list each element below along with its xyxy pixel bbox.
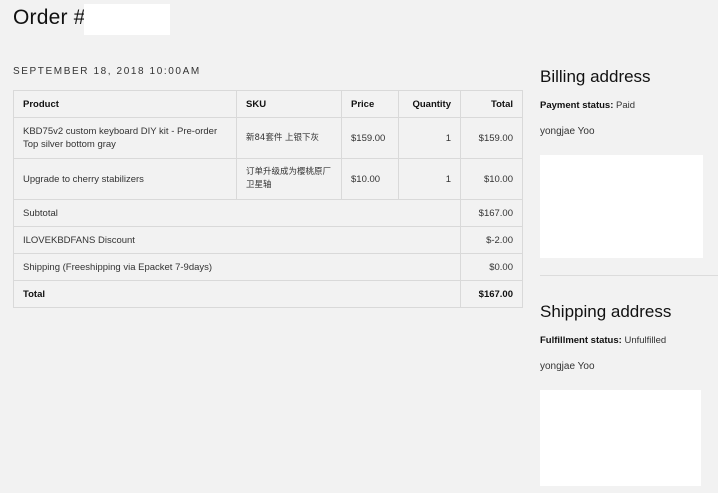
payment-status: Payment status: Paid: [540, 100, 718, 111]
subtotal-row: Subtotal $167.00: [13, 199, 523, 227]
product-quantity: 1: [398, 158, 461, 200]
discount-value: $-2.00: [460, 226, 523, 254]
total-row: Total $167.00: [13, 280, 523, 308]
table-row: KBD75v2 custom keyboard DIY kit - Pre-or…: [13, 117, 523, 159]
shipping-address-redacted: [540, 390, 701, 486]
subtotal-label: Subtotal: [13, 199, 461, 227]
section-divider: [540, 275, 718, 276]
billing-address-redacted: [540, 155, 703, 258]
order-number-redacted: [84, 4, 170, 35]
total-value: $167.00: [460, 280, 523, 308]
product-total: $159.00: [460, 117, 523, 159]
product-total: $10.00: [460, 158, 523, 200]
discount-label: ILOVEKBDFANS Discount: [13, 226, 461, 254]
order-items-table: Product SKU Price Quantity Total KBD75v2…: [13, 90, 523, 308]
shipping-section: Shipping address Fulfillment status: Unf…: [540, 302, 718, 372]
col-header-price: Price: [341, 90, 399, 118]
total-label: Total: [13, 280, 461, 308]
col-header-product: Product: [13, 90, 237, 118]
billing-name: yongjae Yoo: [540, 126, 595, 137]
product-price: $10.00: [341, 158, 399, 200]
product-name: Upgrade to cherry stabilizers: [13, 158, 237, 200]
fulfillment-status-value: Unfulfilled: [624, 335, 667, 346]
shipping-value: $0.00: [460, 253, 523, 281]
shipping-heading: Shipping address: [540, 302, 672, 321]
product-sku: 订单升级成为樱桃原厂卫星轴: [236, 158, 342, 200]
payment-status-value: Paid: [616, 100, 636, 111]
product-name: KBD75v2 custom keyboard DIY kit - Pre-or…: [13, 117, 237, 159]
table-header-row: Product SKU Price Quantity Total: [13, 90, 523, 118]
discount-row: ILOVEKBDFANS Discount $-2.00: [13, 226, 523, 254]
billing-heading: Billing address: [540, 67, 651, 86]
shipping-row: Shipping (Freeshipping via Epacket 7-9da…: [13, 253, 523, 281]
product-sku: 新84套件 上银下灰: [236, 117, 342, 159]
table-row: Upgrade to cherry stabilizers 订单升级成为樱桃原厂…: [13, 158, 523, 200]
order-title: Order #: [13, 6, 86, 29]
fulfillment-status-label: Fulfillment status:: [540, 335, 622, 346]
col-header-sku: SKU: [236, 90, 342, 118]
shipping-label: Shipping (Freeshipping via Epacket 7-9da…: [13, 253, 461, 281]
shipping-name: yongjae Yoo: [540, 361, 595, 372]
col-header-quantity: Quantity: [398, 90, 461, 118]
order-date: SEPTEMBER 18, 2018 10:00AM: [13, 66, 201, 77]
product-quantity: 1: [398, 117, 461, 159]
payment-status-label: Payment status:: [540, 100, 614, 111]
col-header-total: Total: [460, 90, 523, 118]
fulfillment-status: Fulfillment status: Unfulfilled: [540, 335, 718, 346]
product-price: $159.00: [341, 117, 399, 159]
subtotal-value: $167.00: [460, 199, 523, 227]
billing-section: Billing address Payment status: Paid yon…: [540, 67, 718, 137]
